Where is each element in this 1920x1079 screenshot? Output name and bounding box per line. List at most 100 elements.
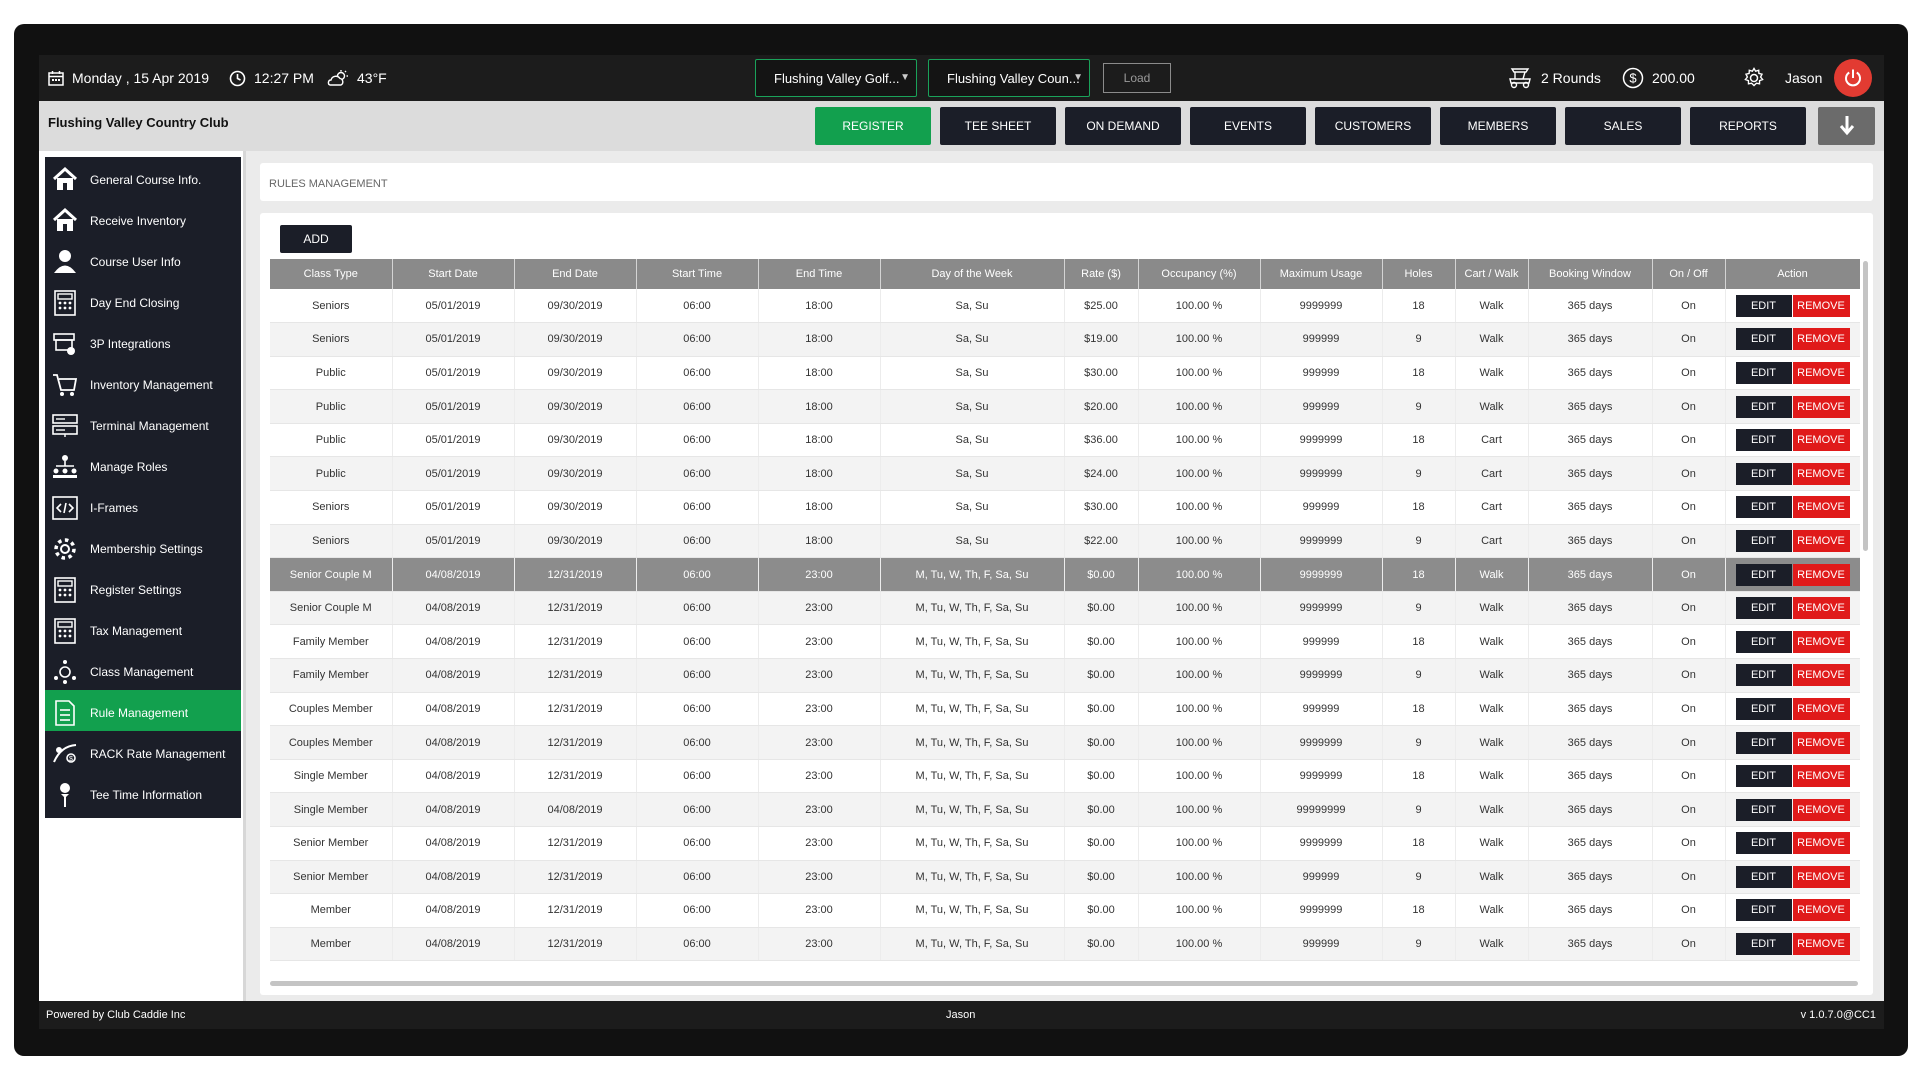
table-row[interactable]: Senior Member 04/08/2019 12/31/2019 06:00 23…: [270, 860, 1860, 895]
table-row[interactable]: Senior Couple M 04/08/2019 12/31/2019 06:00…: [270, 557, 1860, 592]
remove-button[interactable]: REMOVE: [1792, 395, 1850, 418]
table-row[interactable]: Seniors 05/01/2019 09/30/2019 06:00 18:00 Sa,…: [270, 524, 1860, 559]
download-button[interactable]: [1818, 107, 1875, 145]
column-header[interactable]: End Date: [514, 259, 637, 289]
sidebar-item-terminal-management[interactable]: Terminal Management: [45, 403, 241, 449]
remove-button[interactable]: REMOVE: [1792, 294, 1850, 317]
nav-reports-button[interactable]: REPORTS: [1690, 107, 1806, 145]
sidebar-item-course-user-info[interactable]: Course User Info: [45, 239, 241, 285]
sidebar-item-rack-rate-management[interactable]: $ RACK Rate Management: [45, 731, 241, 777]
remove-button[interactable]: REMOVE: [1792, 429, 1850, 452]
add-rule-button[interactable]: ADD: [280, 225, 352, 253]
sidebar-item-class-management[interactable]: Class Management: [45, 649, 241, 695]
table-row[interactable]: Family Member 04/08/2019 12/31/2019 06:00 23…: [270, 624, 1860, 660]
sidebar-item-manage-roles[interactable]: Manage Roles: [45, 444, 241, 490]
edit-button[interactable]: EDIT: [1735, 865, 1792, 888]
edit-button[interactable]: EDIT: [1735, 496, 1792, 519]
table-row[interactable]: Couples Member 04/08/2019 12/31/2019 06:00 2…: [270, 692, 1860, 727]
sidebar-item-i-frames[interactable]: I-Frames: [45, 485, 241, 531]
column-header[interactable]: Cart / Walk: [1455, 259, 1529, 289]
remove-button[interactable]: REMOVE: [1792, 933, 1850, 956]
load-button[interactable]: Load: [1103, 63, 1171, 93]
horizontal-scrollbar[interactable]: [270, 981, 1858, 986]
nav-register-button[interactable]: REGISTER: [815, 107, 931, 145]
sidebar-item-register-settings[interactable]: Register Settings: [45, 567, 241, 613]
power-button[interactable]: [1834, 59, 1872, 97]
remove-button[interactable]: REMOVE: [1792, 664, 1850, 687]
remove-button[interactable]: REMOVE: [1792, 899, 1850, 922]
column-header[interactable]: Start Date: [392, 259, 515, 289]
edit-button[interactable]: EDIT: [1735, 462, 1792, 485]
nav-on-demand-button[interactable]: ON DEMAND: [1065, 107, 1181, 145]
table-row[interactable]: Couples Member 04/08/2019 12/31/2019 06:00 2…: [270, 725, 1860, 760]
table-row[interactable]: Single Member 04/08/2019 04/08/2019 06:00 23…: [270, 792, 1860, 827]
column-header[interactable]: Action: [1725, 259, 1860, 289]
column-header[interactable]: On / Off: [1652, 259, 1726, 289]
sidebar-item-general-course-info[interactable]: General Course Info.: [45, 157, 241, 203]
remove-button[interactable]: REMOVE: [1792, 496, 1850, 519]
column-header[interactable]: End Time: [758, 259, 881, 289]
table-row[interactable]: Single Member 04/08/2019 12/31/2019 06:00 23…: [270, 759, 1860, 794]
edit-button[interactable]: EDIT: [1735, 597, 1792, 620]
edit-button[interactable]: EDIT: [1735, 798, 1792, 821]
edit-button[interactable]: EDIT: [1735, 899, 1792, 922]
remove-button[interactable]: REMOVE: [1792, 361, 1850, 384]
table-row[interactable]: Public 05/01/2019 09/30/2019 06:00 18:00 Sa, …: [270, 356, 1860, 391]
column-header[interactable]: Holes: [1382, 259, 1456, 289]
sidebar-item-rule-management[interactable]: Rule Management: [45, 690, 241, 736]
remove-button[interactable]: REMOVE: [1792, 462, 1850, 485]
edit-button[interactable]: EDIT: [1735, 529, 1792, 552]
nav-tee-sheet-button[interactable]: TEE SHEET: [940, 107, 1056, 145]
table-row[interactable]: Public 05/01/2019 09/30/2019 06:00 18:00 Sa, …: [270, 456, 1860, 492]
edit-button[interactable]: EDIT: [1735, 328, 1792, 351]
edit-button[interactable]: EDIT: [1735, 832, 1792, 855]
edit-button[interactable]: EDIT: [1735, 361, 1792, 384]
nav-customers-button[interactable]: CUSTOMERS: [1315, 107, 1431, 145]
nav-sales-button[interactable]: SALES: [1565, 107, 1681, 145]
edit-button[interactable]: EDIT: [1735, 765, 1792, 788]
remove-button[interactable]: REMOVE: [1792, 563, 1850, 586]
table-row[interactable]: Family Member 04/08/2019 12/31/2019 06:00 23…: [270, 658, 1860, 693]
table-row[interactable]: Senior Couple M 04/08/2019 12/31/2019 06:00…: [270, 591, 1860, 626]
rules-table-container[interactable]: Class Type Start Date End Date Start Time En…: [270, 259, 1860, 975]
remove-button[interactable]: REMOVE: [1792, 529, 1850, 552]
remove-button[interactable]: REMOVE: [1792, 630, 1850, 653]
column-header[interactable]: Booking Window: [1528, 259, 1653, 289]
column-header[interactable]: Rate ($): [1064, 259, 1139, 289]
table-row[interactable]: Senior Member 04/08/2019 12/31/2019 06:00 23…: [270, 826, 1860, 861]
edit-button[interactable]: EDIT: [1735, 563, 1792, 586]
edit-button[interactable]: EDIT: [1735, 731, 1792, 754]
column-header[interactable]: Class Type: [270, 259, 393, 289]
remove-button[interactable]: REMOVE: [1792, 697, 1850, 720]
sidebar-item-day-end-closing[interactable]: Day End Closing: [45, 280, 241, 326]
remove-button[interactable]: REMOVE: [1792, 597, 1850, 620]
balance-display[interactable]: $ 200.00: [1622, 55, 1695, 101]
sidebar-item-tax-management[interactable]: Tax Management: [45, 608, 241, 654]
remove-button[interactable]: REMOVE: [1792, 798, 1850, 821]
edit-button[interactable]: EDIT: [1735, 697, 1792, 720]
settings-button[interactable]: [1743, 55, 1765, 101]
sidebar-item-tee-time-information[interactable]: Tee Time Information: [45, 772, 241, 818]
sidebar-item-receive-inventory[interactable]: Receive Inventory: [45, 198, 241, 244]
user-menu[interactable]: Jason: [1785, 55, 1822, 101]
sidebar-item-3p-integrations[interactable]: 3P Integrations: [45, 321, 241, 367]
edit-button[interactable]: EDIT: [1735, 664, 1792, 687]
sidebar-item-membership-settings[interactable]: Membership Settings: [45, 526, 241, 572]
edit-button[interactable]: EDIT: [1735, 395, 1792, 418]
edit-button[interactable]: EDIT: [1735, 933, 1792, 956]
table-row[interactable]: Public 05/01/2019 09/30/2019 06:00 18:00 Sa, …: [270, 389, 1860, 424]
edit-button[interactable]: EDIT: [1735, 429, 1792, 452]
remove-button[interactable]: REMOVE: [1792, 832, 1850, 855]
golf-course-select[interactable]: Flushing Valley Golf... ▼: [755, 59, 917, 97]
edit-button[interactable]: EDIT: [1735, 294, 1792, 317]
table-row[interactable]: Seniors 05/01/2019 09/30/2019 06:00 18:00 Sa,…: [270, 490, 1860, 525]
remove-button[interactable]: REMOVE: [1792, 328, 1850, 351]
table-row[interactable]: Member 04/08/2019 12/31/2019 06:00 23:00 M, T…: [270, 927, 1860, 962]
column-header[interactable]: Start Time: [636, 259, 759, 289]
sidebar-item-inventory-management[interactable]: Inventory Management: [45, 362, 241, 408]
remove-button[interactable]: REMOVE: [1792, 731, 1850, 754]
edit-button[interactable]: EDIT: [1735, 630, 1792, 653]
column-header[interactable]: Occupancy (%): [1138, 259, 1261, 289]
table-row[interactable]: Member 04/08/2019 12/31/2019 06:00 23:00 M, T…: [270, 893, 1860, 928]
table-row[interactable]: Public 05/01/2019 09/30/2019 06:00 18:00 Sa, …: [270, 423, 1860, 458]
